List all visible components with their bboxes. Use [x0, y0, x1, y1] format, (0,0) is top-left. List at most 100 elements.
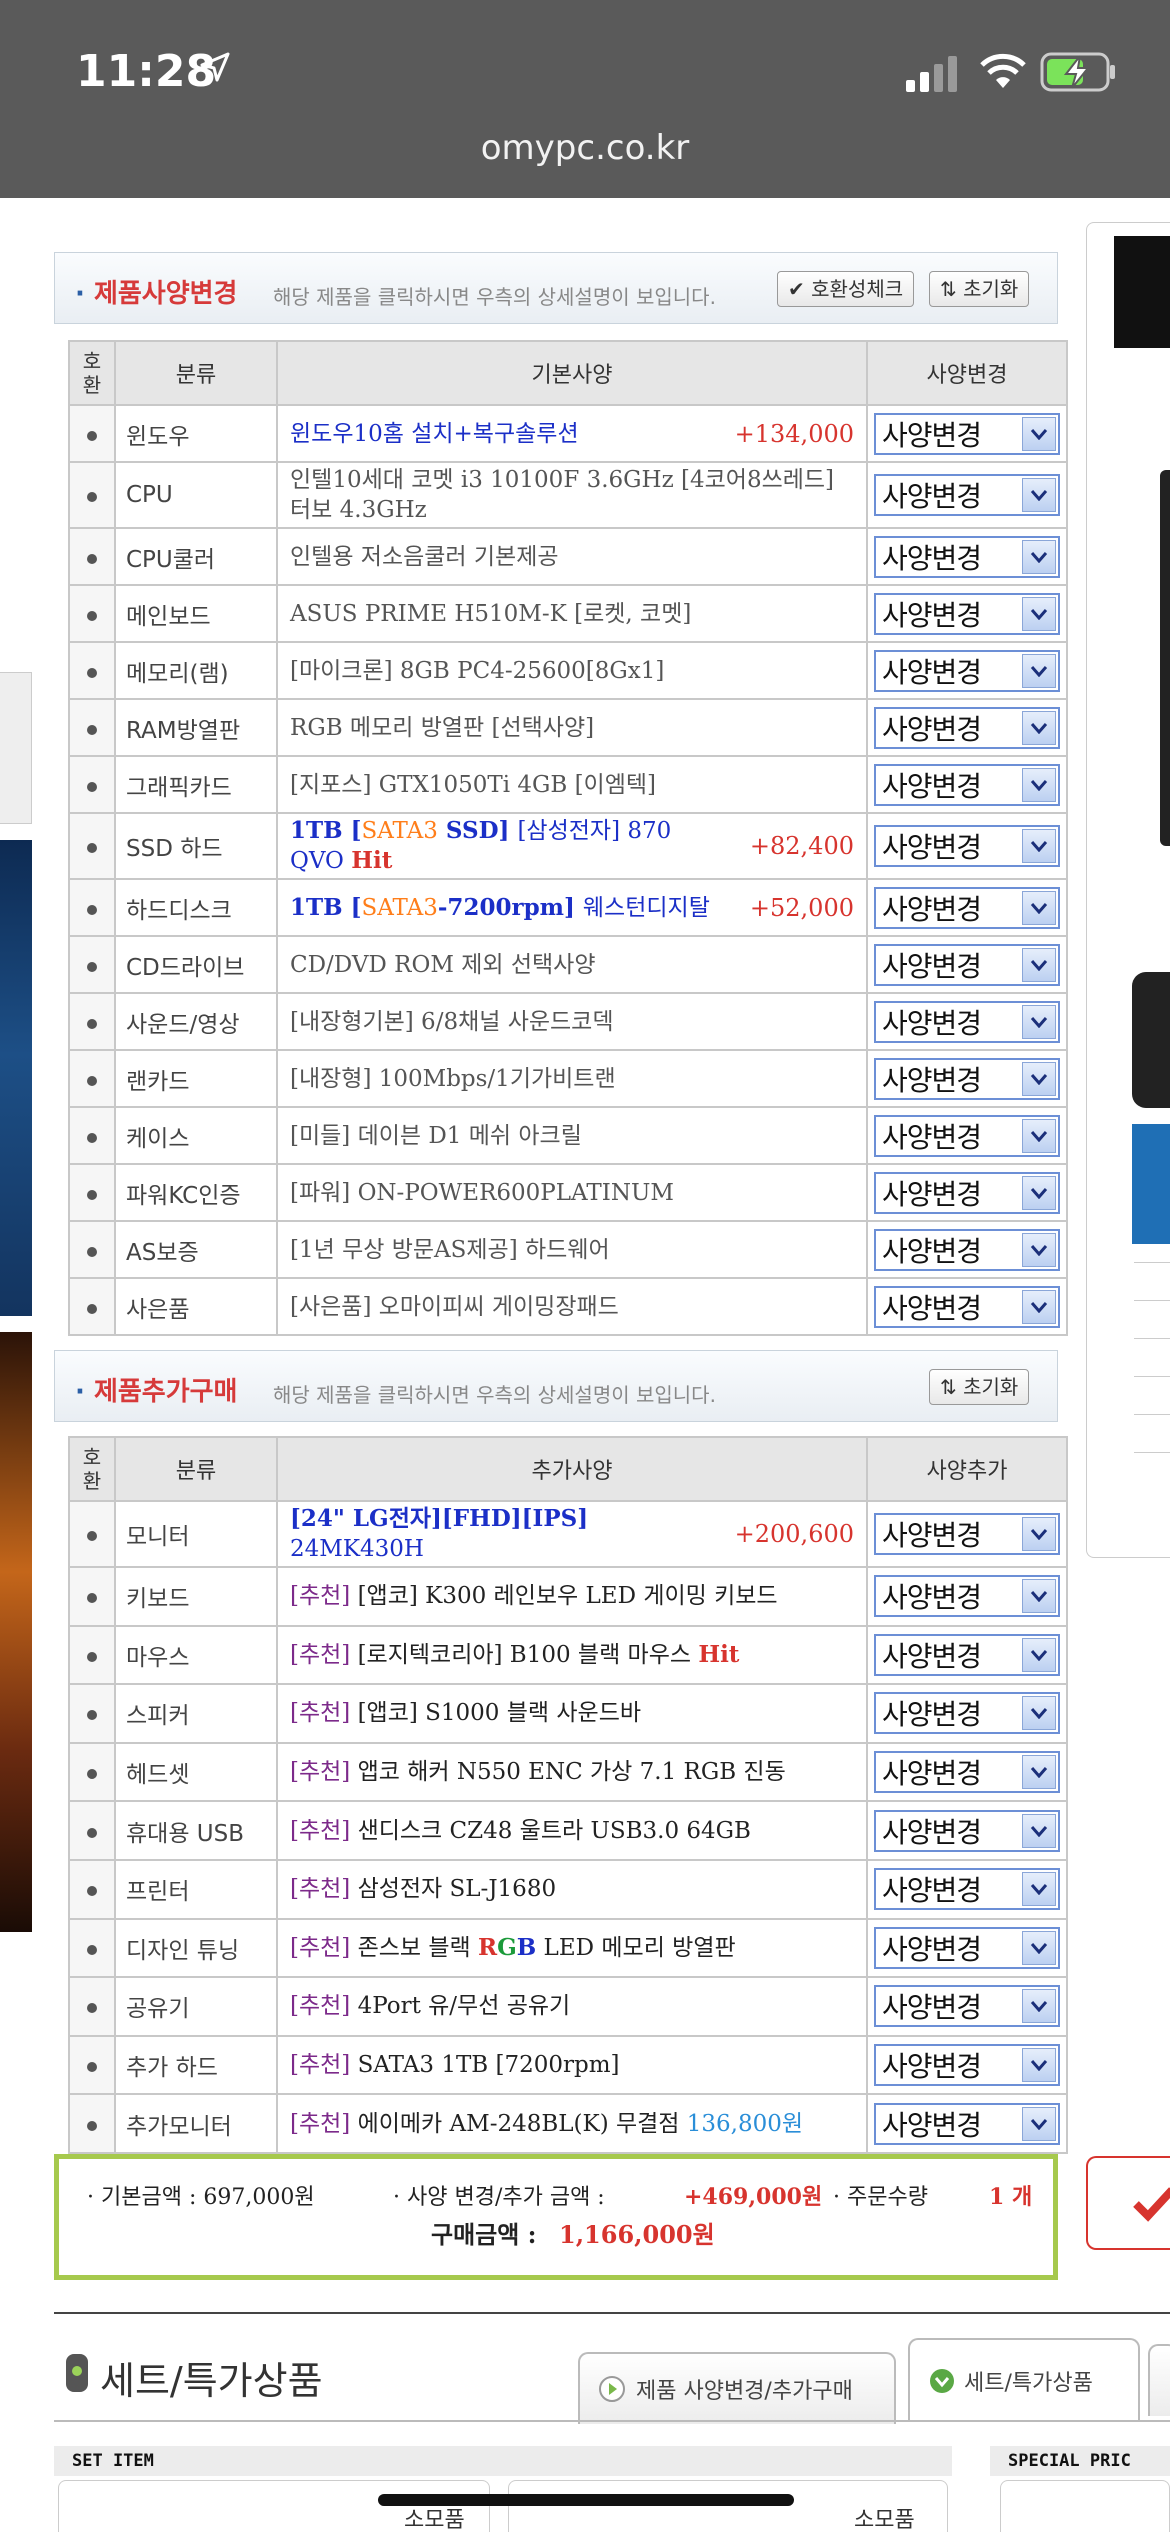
spec-change-select[interactable]: 사양변경 [874, 1633, 1060, 1676]
row-spec[interactable]: 1TB [SATA3-7200rpm] 웨스턴디지탈 +52,000 [276, 878, 868, 937]
chevron-down-icon[interactable] [1022, 1118, 1056, 1153]
chevron-down-icon[interactable] [1022, 890, 1056, 925]
table-row[interactable]: AS보증 [1년 무상 방문AS제공] 하드웨어 사양변경 [68, 1220, 1068, 1279]
row-spec[interactable]: [추천] 앱코 해커 N550 ENC 가상 7.1 RGB 진동 [276, 1741, 868, 1803]
row-spec[interactable]: [미들] 데이븐 D1 메쉬 아크릴 [276, 1106, 868, 1165]
table-row[interactable]: 메인보드 ASUS PRIME H510M-K [로켓, 코멧] 사양변경 [68, 584, 1068, 643]
spec-change-select[interactable]: 사양변경 [874, 2044, 1060, 2087]
table-row[interactable]: 하드디스크 1TB [SATA3-7200rpm] 웨스턴디지탈 +52,000 사양… [68, 878, 1068, 937]
row-spec[interactable]: [추천] 4Port 유/무선 공유기 [276, 1976, 868, 2037]
table-row[interactable]: 공유기 [추천] 4Port 유/무선 공유기 사양변경 [68, 1976, 1068, 2037]
chevron-down-icon[interactable] [1022, 710, 1056, 745]
spec-change-select[interactable]: 사양변경 [874, 1575, 1060, 1618]
table-row[interactable]: CPU 인텔10세대 코멧 i3 10100F 3.6GHz [4코어8쓰레드] … [68, 461, 1068, 529]
spec-change-select[interactable]: 사양변경 [874, 943, 1060, 986]
special-item-card[interactable] [1000, 2480, 1170, 2532]
table-row[interactable]: SSD 하드 1TB [SATA3 SSD] [삼성전자] 870 QVO Hit… [68, 812, 1068, 880]
spec-change-select[interactable]: 사양변경 [874, 1926, 1060, 1969]
table-row[interactable]: 휴대용 USB [추천] 샌디스크 CZ48 울트라 USB3.0 64GB 사양변… [68, 1800, 1068, 1861]
table-row[interactable]: 랜카드 [내장형] 100Mbps/1기가비트랜 사양변경 [68, 1049, 1068, 1108]
chevron-down-icon[interactable] [1022, 1696, 1056, 1731]
spec-change-select[interactable]: 사양변경 [874, 1057, 1060, 1100]
table-row[interactable]: 사운드/영상 [내장형기본] 6/8채널 사운드코덱 사양변경 [68, 992, 1068, 1051]
chevron-down-icon[interactable] [1022, 1232, 1056, 1267]
spec-change-select[interactable]: 사양변경 [874, 1751, 1060, 1794]
spec-reset-button[interactable]: ⇅ 초기화 [929, 271, 1030, 307]
row-spec[interactable]: 인텔용 저소음쿨러 기본제공 [276, 527, 868, 586]
table-row[interactable]: 마우스 [추천] [로지텍코리아] B100 블랙 마우스 Hit 사양변경 [68, 1624, 1068, 1686]
spec-change-select[interactable]: 사양변경 [874, 1114, 1060, 1157]
quantity-value[interactable]: 1 개 [989, 2179, 1032, 2211]
spec-change-select[interactable]: 사양변경 [874, 474, 1060, 516]
spec-change-select[interactable]: 사양변경 [874, 1513, 1060, 1555]
row-spec[interactable]: 1TB [SATA3 SSD] [삼성전자] 870 QVO Hit +82,40… [276, 812, 868, 880]
chevron-down-icon[interactable] [1022, 1517, 1056, 1551]
tab-spec-change[interactable]: 제품 사양변경/추가구매 [578, 2352, 896, 2424]
table-row[interactable]: 모니터 [24" LG전자][FHD][IPS] 24MK430H +200,600… [68, 1500, 1068, 1568]
row-spec[interactable]: [추천] 존스보 블랙 RGB LED 메모리 방열판 [276, 1917, 868, 1979]
spec-change-select[interactable]: 사양변경 [874, 1228, 1060, 1271]
table-row[interactable]: 키보드 [추천] [앱코] K300 레인보우 LED 게이밍 키보드 사양변경 [68, 1566, 1068, 1627]
table-row[interactable]: 케이스 [미들] 데이븐 D1 메쉬 아크릴 사양변경 [68, 1106, 1068, 1165]
left-banner-image-2[interactable] [0, 1332, 32, 1932]
row-spec[interactable]: CD/DVD ROM 제외 선택사양 [276, 935, 868, 994]
row-spec[interactable]: [추천] [앱코] S1000 블랙 사운드바 [276, 1683, 868, 1744]
table-row[interactable]: 추가 하드 [추천] SATA3 1TB [7200rpm] 사양변경 [68, 2034, 1068, 2096]
row-spec[interactable]: [마이크론] 8GB PC4-25600[8Gx1] [276, 641, 868, 700]
spec-change-select[interactable]: 사양변경 [874, 1285, 1060, 1328]
row-spec[interactable]: ASUS PRIME H510M-K [로켓, 코멧] [276, 584, 868, 643]
spec-change-select[interactable]: 사양변경 [874, 886, 1060, 929]
row-spec[interactable]: [추천] 샌디스크 CZ48 울트라 USB3.0 64GB [276, 1800, 868, 1861]
tab-set-special[interactable]: 세트/특가상품 [908, 2338, 1140, 2422]
row-spec[interactable]: [24" LG전자][FHD][IPS] 24MK430H +200,600 [276, 1500, 868, 1568]
chevron-down-icon[interactable] [1022, 416, 1056, 451]
spec-change-select[interactable]: 사양변경 [874, 649, 1060, 692]
chevron-down-icon[interactable] [1022, 1175, 1056, 1210]
chevron-down-icon[interactable] [1022, 829, 1056, 863]
table-row[interactable]: 사은품 [사은품] 오마이피씨 게이밍장패드 사양변경 [68, 1277, 1068, 1336]
chevron-down-icon[interactable] [1022, 1579, 1056, 1614]
spec-change-select[interactable]: 사양변경 [874, 825, 1060, 867]
row-spec[interactable]: [추천] 에이메카 AM-248BL(K) 무결점 136,800원 [276, 2093, 868, 2154]
spec-change-select[interactable]: 사양변경 [874, 2102, 1060, 2145]
row-spec[interactable]: [사은품] 오마이피씨 게이밍장패드 [276, 1277, 868, 1336]
chevron-down-icon[interactable] [1022, 539, 1056, 574]
spec-change-select[interactable]: 사양변경 [874, 592, 1060, 635]
row-spec[interactable]: [1년 무상 방문AS제공] 하드웨어 [276, 1220, 868, 1279]
chevron-down-icon[interactable] [1022, 1004, 1056, 1039]
row-spec[interactable]: [파워] ON-POWER600PLATINUM [276, 1163, 868, 1222]
chevron-down-icon[interactable] [1022, 1930, 1056, 1965]
chevron-down-icon[interactable] [1022, 1637, 1056, 1672]
left-banner-image[interactable] [0, 840, 32, 1316]
spec-change-select[interactable]: 사양변경 [874, 706, 1060, 749]
spec-change-select[interactable]: 사양변경 [874, 1171, 1060, 1214]
spec-change-select[interactable]: 사양변경 [874, 1809, 1060, 1852]
add-reset-button[interactable]: ⇅ 초기화 [929, 1369, 1030, 1405]
table-row[interactable]: 디자인 튜닝 [추천] 존스보 블랙 RGB LED 메모리 방열판 사양변경 [68, 1917, 1068, 1979]
table-row[interactable]: 메모리(램) [마이크론] 8GB PC4-25600[8Gx1] 사양변경 [68, 641, 1068, 700]
chevron-down-icon[interactable] [1022, 1755, 1056, 1790]
compatibility-check-button[interactable]: ✔ 호환성체크 [777, 271, 915, 307]
chevron-down-icon[interactable] [1022, 2048, 1056, 2083]
table-row[interactable]: 스피커 [추천] [앱코] S1000 블랙 사운드바 사양변경 [68, 1683, 1068, 1744]
chevron-down-icon[interactable] [1022, 653, 1056, 688]
table-row[interactable]: 추가모니터 [추천] 에이메카 AM-248BL(K) 무결점 136,800원 사… [68, 2093, 1068, 2154]
table-row[interactable]: 프린터 [추천] 삼성전자 SL-J1680 사양변경 [68, 1858, 1068, 1920]
spec-change-select[interactable]: 사양변경 [874, 763, 1060, 806]
table-row[interactable]: 파워KC인증 [파워] ON-POWER600PLATINUM 사양변경 [68, 1163, 1068, 1222]
row-spec[interactable]: 인텔10세대 코멧 i3 10100F 3.6GHz [4코어8쓰레드] 터보 … [276, 461, 868, 529]
table-row[interactable]: CPU쿨러 인텔용 저소음쿨러 기본제공 사양변경 [68, 527, 1068, 586]
row-spec[interactable]: [내장형기본] 6/8채널 사운드코덱 [276, 992, 868, 1051]
chevron-down-icon[interactable] [1022, 1989, 1056, 2024]
order-button-fragment[interactable] [1086, 2156, 1170, 2250]
table-row[interactable]: 윈도우 윈도우10홈 설치+복구솔루션 +134,000 사양변경 [68, 404, 1068, 463]
row-spec[interactable]: RGB 메모리 방열판 [선택사양] [276, 698, 868, 757]
row-spec[interactable]: [추천] SATA3 1TB [7200rpm] [276, 2034, 868, 2096]
row-spec[interactable]: 윈도우10홈 설치+복구솔루션 +134,000 [276, 404, 868, 463]
right-panel-button[interactable] [1132, 972, 1170, 1108]
address-bar-url[interactable]: omypc.co.kr [0, 128, 1170, 168]
row-spec[interactable]: [추천] 삼성전자 SL-J1680 [276, 1858, 868, 1920]
chevron-down-icon[interactable] [1022, 1061, 1056, 1096]
chevron-down-icon[interactable] [1022, 1813, 1056, 1848]
table-row[interactable]: RAM방열판 RGB 메모리 방열판 [선택사양] 사양변경 [68, 698, 1068, 757]
